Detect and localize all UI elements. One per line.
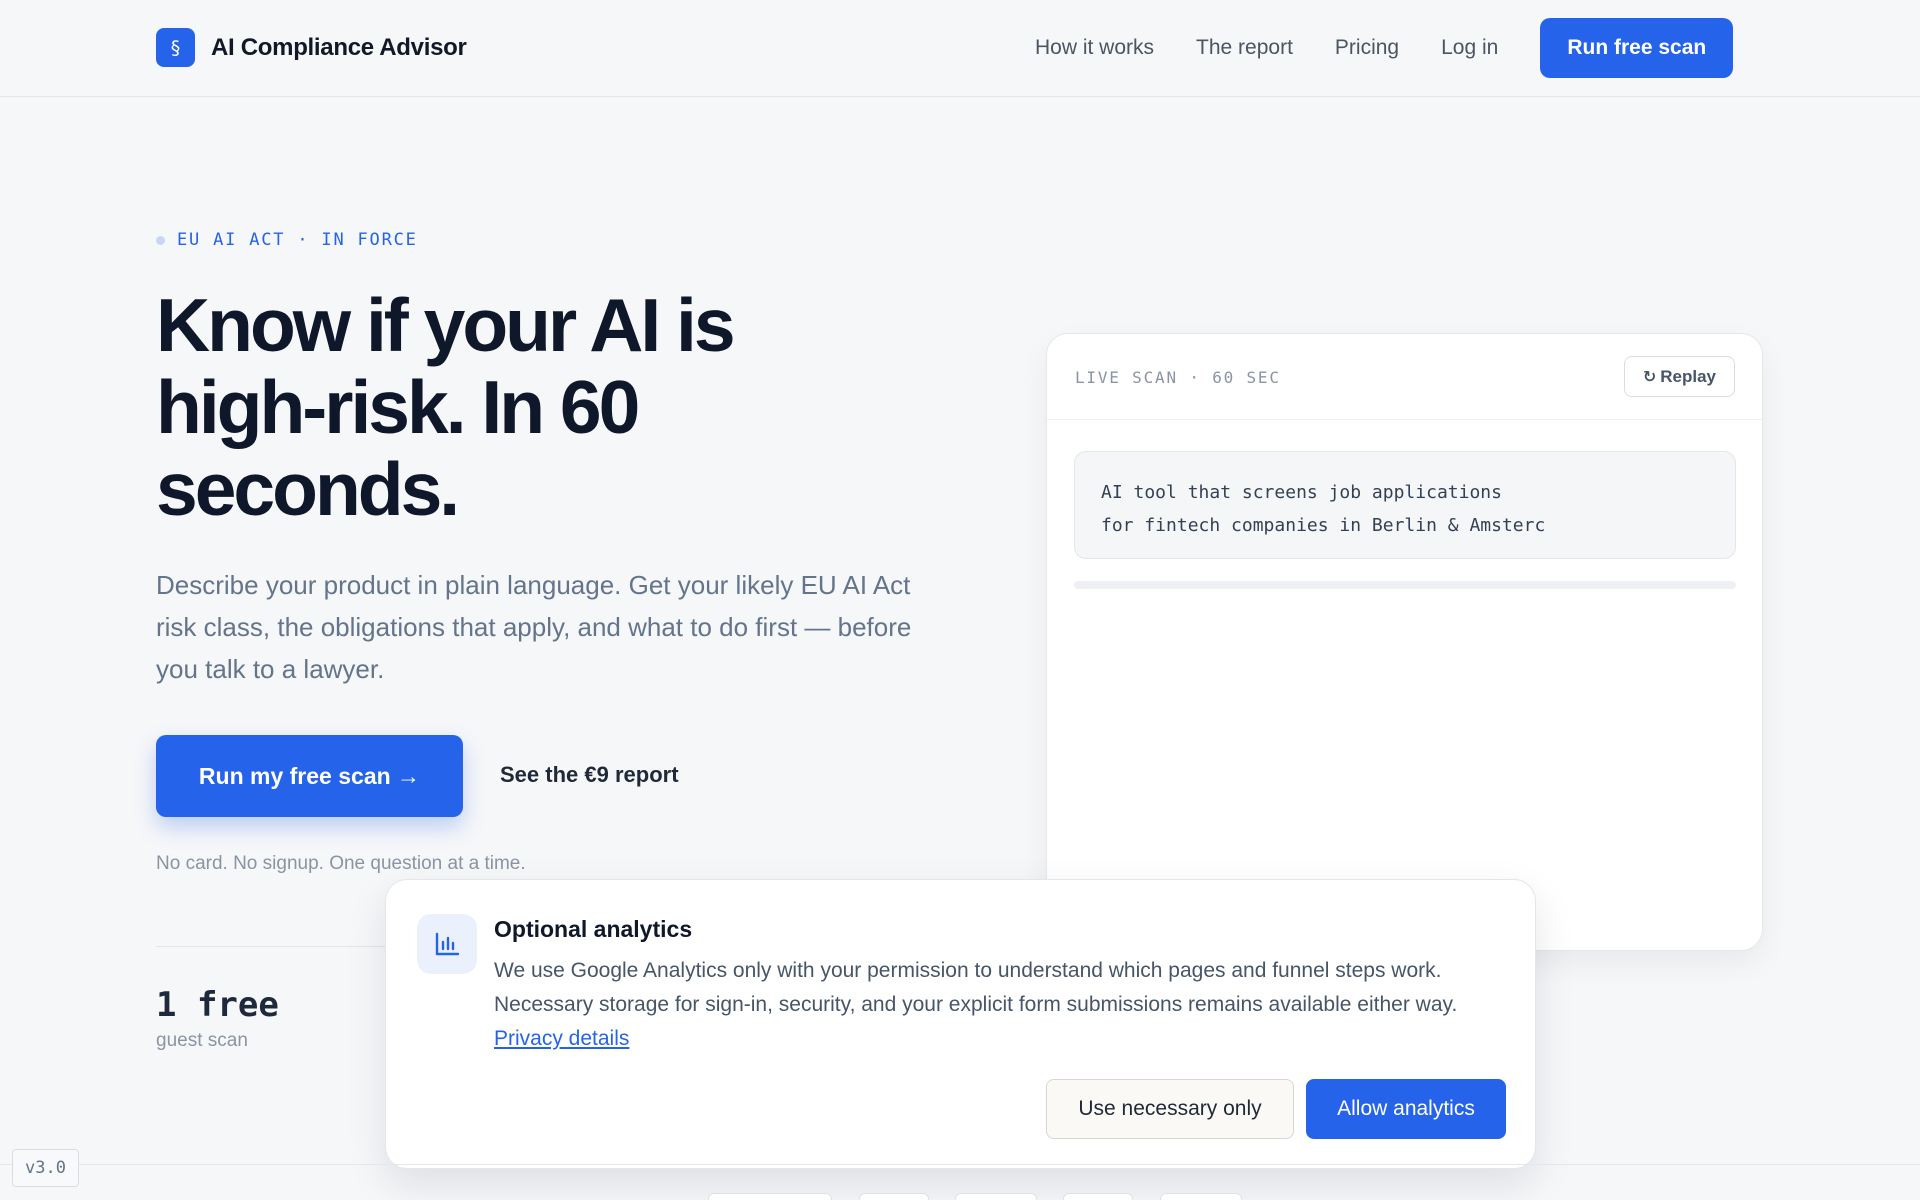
eyebrow: EU AI ACT · IN FORCE — [156, 230, 418, 250]
eyebrow-text: EU AI ACT · IN FORCE — [177, 230, 418, 250]
hero-title-line-2: high-risk. In 60 — [156, 365, 640, 449]
partial-chip — [955, 1193, 1037, 1200]
status-dot-icon — [156, 235, 165, 245]
run-free-scan-button[interactable]: Run free scan — [1540, 18, 1734, 78]
brand-name: AI Compliance Advisor — [211, 33, 467, 61]
scan-label: LIVE SCAN · 60 SEC — [1075, 368, 1281, 387]
consent-body-text: We use Google Analytics only with your p… — [494, 959, 1458, 1016]
brand[interactable]: § AI Compliance Advisor — [156, 28, 467, 67]
partial-chip — [859, 1193, 929, 1200]
nav-how-it-works[interactable]: How it works — [1035, 36, 1154, 60]
fineprint: No card. No signup. One question at a ti… — [156, 853, 526, 874]
consent-body: We use Google Analytics only with your p… — [494, 954, 1504, 1056]
stat-value: 1 free — [156, 985, 279, 1025]
analytics-consent-banner: Optional analytics We use Google Analyti… — [385, 879, 1536, 1169]
nav-log-in[interactable]: Log in — [1441, 36, 1498, 60]
use-necessary-only-button[interactable]: Use necessary only — [1046, 1079, 1294, 1139]
replay-label: Replay — [1660, 366, 1716, 386]
scan-input-line-2: for fintech companies in Berlin & Amster… — [1101, 515, 1546, 536]
partial-chip — [1063, 1193, 1133, 1200]
live-scan-card: LIVE SCAN · 60 SEC ↻ Replay AI tool that… — [1046, 333, 1763, 951]
hero-title-line-1: Know if your AI is — [156, 283, 736, 367]
run-my-free-scan-button[interactable]: Run my free scan → — [156, 735, 463, 817]
replay-icon: ↻ — [1642, 367, 1657, 386]
nav-the-report[interactable]: The report — [1196, 36, 1293, 60]
consent-title: Optional analytics — [494, 916, 693, 942]
brand-logo-icon: § — [156, 28, 195, 67]
bar-chart-icon — [417, 914, 477, 974]
hero-title: Know if your AI is high-risk. In 60 seco… — [156, 284, 856, 530]
allow-analytics-button[interactable]: Allow analytics — [1306, 1079, 1506, 1139]
hero-title-line-3: seconds. — [156, 447, 460, 531]
site-header: § AI Compliance Advisor How it works The… — [0, 0, 1920, 97]
main-nav: How it works The report Pricing Log in R… — [1035, 18, 1734, 78]
replay-button[interactable]: ↻ Replay — [1623, 356, 1735, 397]
stat-label: guest scan — [156, 1030, 248, 1051]
partial-chip — [708, 1193, 832, 1200]
nav-pricing[interactable]: Pricing — [1335, 36, 1399, 60]
privacy-details-link[interactable]: Privacy details — [494, 1027, 629, 1050]
see-report-link[interactable]: See the €9 report — [500, 762, 679, 788]
scan-description-input[interactable]: AI tool that screens job applications fo… — [1074, 451, 1736, 559]
hero-subtitle: Describe your product in plain language.… — [156, 570, 912, 684]
scan-input-line-1: AI tool that screens job applications — [1101, 482, 1502, 503]
scan-progress-bar — [1074, 581, 1736, 589]
version-badge: v3.0 — [12, 1149, 79, 1187]
partial-chip — [1160, 1193, 1242, 1200]
scan-card-header: LIVE SCAN · 60 SEC ↻ Replay — [1047, 334, 1762, 420]
section-divider — [0, 1164, 1920, 1165]
